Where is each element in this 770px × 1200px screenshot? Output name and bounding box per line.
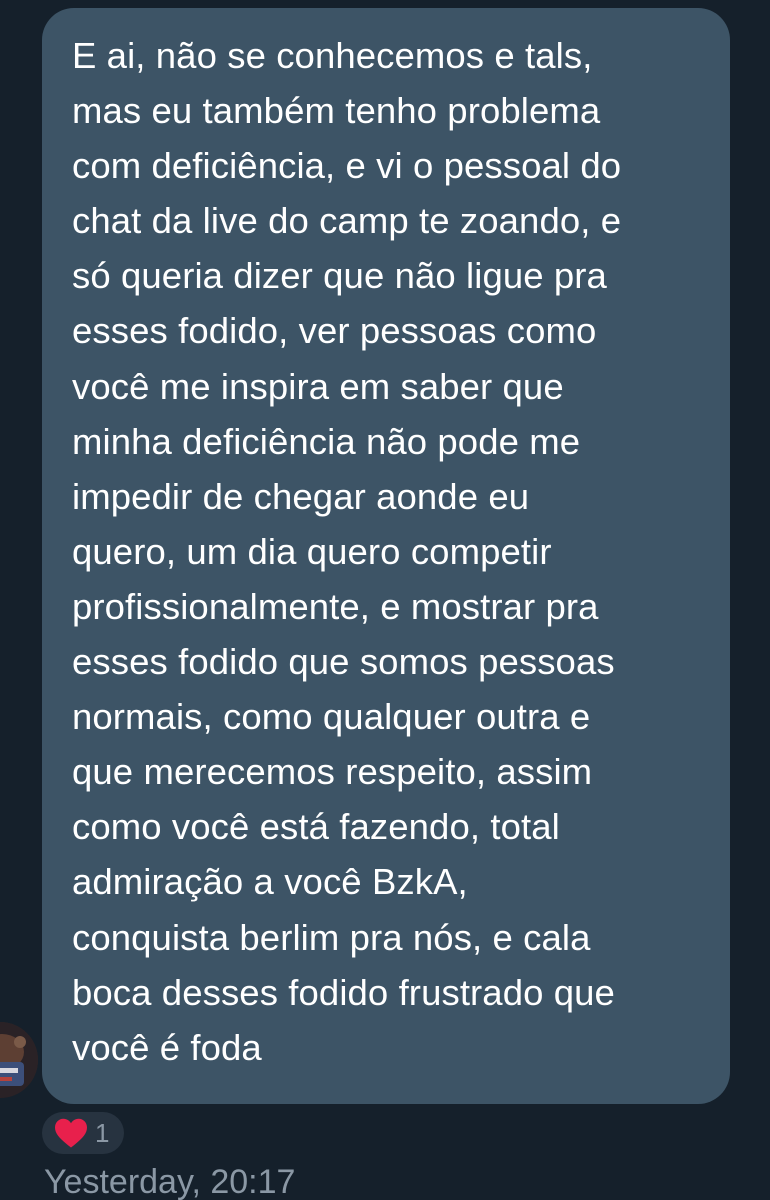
- dm-conversation: E ai, não se conhecemos e tals, mas eu t…: [0, 0, 770, 1200]
- message-text: E ai, não se conhecemos e tals, mas eu t…: [72, 28, 710, 1075]
- message-line: boca desses fodido frustrado que: [72, 971, 615, 1013]
- message-line: conquista berlim pra nós, e cala: [72, 916, 591, 958]
- heart-icon: [55, 1118, 87, 1148]
- message-line: admiração a você BzkA,: [72, 861, 468, 903]
- message-line: como você está fazendo, total: [72, 806, 560, 848]
- message-line: minha deficiência não pode me: [72, 420, 581, 462]
- message-timestamp: Yesterday, 20:17: [44, 1163, 296, 1200]
- reaction-pill[interactable]: 1: [42, 1112, 124, 1154]
- message-line: quero, um dia quero competir: [72, 530, 552, 572]
- message-line: normais, como qualquer outra e: [72, 696, 591, 738]
- message-line: E ai, não se conhecemos e tals,: [72, 35, 593, 76]
- message-line: chat da live do camp te zoando, e: [72, 200, 622, 242]
- message-line: impedir de chegar aonde eu: [72, 475, 530, 517]
- message-bubble[interactable]: E ai, não se conhecemos e tals, mas eu t…: [42, 8, 730, 1104]
- message-line: esses fodido, ver pessoas como: [72, 310, 597, 352]
- avatar-image: [0, 1022, 38, 1098]
- sender-avatar[interactable]: [0, 1022, 38, 1098]
- message-line: com deficiência, e vi o pessoal do: [72, 145, 622, 187]
- message-line: só queria dizer que não ligue pra: [72, 255, 607, 297]
- message-line: profissionalmente, e mostrar pra: [72, 585, 599, 627]
- message-line: que merecemos respeito, assim: [72, 751, 593, 793]
- reaction-count: 1: [95, 1118, 110, 1148]
- message-line: você é foda: [72, 1026, 262, 1068]
- message-line: esses fodido que somos pessoas: [72, 641, 615, 683]
- heart-icon-shape: [55, 1118, 87, 1148]
- message-line: mas eu também tenho problema: [72, 90, 601, 132]
- message-line: você me inspira em saber que: [72, 365, 564, 407]
